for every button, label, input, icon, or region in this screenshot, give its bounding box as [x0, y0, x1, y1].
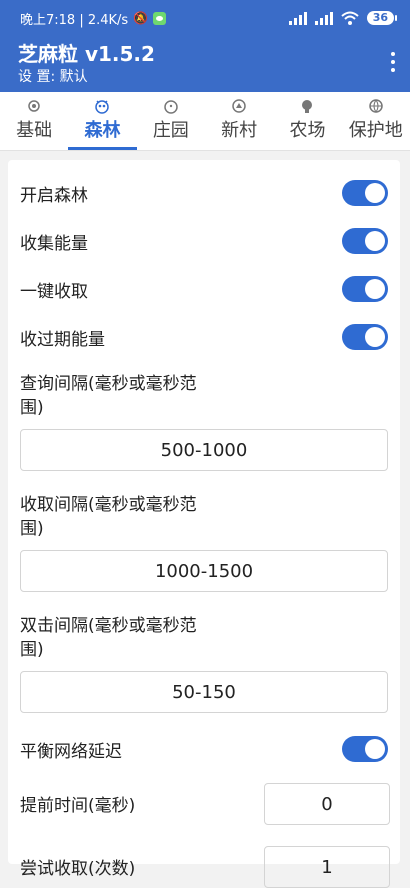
wifi-icon [341, 11, 359, 25]
tab-label: 新村 [221, 120, 258, 141]
chick-icon [162, 98, 180, 114]
status-time: 晚上7:18 | 2.4K/s [20, 12, 129, 28]
one-key-collect-toggle[interactable] [342, 276, 388, 302]
collect-energy-toggle[interactable] [342, 228, 388, 254]
collect-interval-input[interactable]: 1000-1500 [20, 550, 388, 592]
app-subtitle: 设 置: 默认 [18, 69, 88, 85]
wechat-icon [153, 11, 167, 25]
setting-advance-time: 提前时间(毫秒) [20, 791, 135, 816]
tab-label: 保护地 [348, 120, 403, 141]
setting-label: 一键收取 [20, 281, 88, 302]
setting-try-collect-times: 尝试收取(次数) [20, 854, 135, 879]
tab-basic[interactable]: 基础 [0, 92, 68, 150]
setting-label: 开启森林 [20, 185, 88, 206]
setting-collect-expired: 收过期能量 [20, 324, 388, 350]
balance-network-delay-toggle[interactable] [342, 736, 388, 762]
collect-interval-label: 收取间隔(毫秒或毫秒范 围) [20, 495, 197, 539]
tab-protected-area[interactable]: 保护地 [342, 92, 410, 150]
app-header: 晚上7:18 | 2.4K/s 🔕 36 芝麻粒 v1.5.2 设 置: 默认 [0, 0, 410, 92]
tab-manor[interactable]: 庄园 [137, 92, 205, 150]
tab-village[interactable]: 新村 [205, 92, 273, 150]
signal-icon [288, 11, 307, 25]
app-title: 芝麻粒 v1.5.2 [18, 42, 155, 66]
tab-label: 森林 [84, 120, 121, 141]
forest-settings-panel: 开启森林 收集能量 一键收取 收过期能量 查询间隔(毫秒或毫秒范 围) 500-… [8, 160, 400, 888]
open-forest-toggle[interactable] [342, 180, 388, 206]
collect-expired-toggle[interactable] [342, 324, 388, 350]
owl-icon [93, 98, 111, 114]
status-bar: 晚上7:18 | 2.4K/s 🔕 36 [20, 6, 398, 30]
setting-open-forest: 开启森林 [20, 180, 388, 206]
advance-time-input[interactable]: 0 [264, 783, 390, 825]
battery-icon: 36 [366, 11, 398, 25]
tab-forest[interactable]: 森林 [68, 92, 137, 150]
setting-label: 提前时间(毫秒) [20, 796, 136, 816]
mute-bell-icon: 🔕 [133, 11, 149, 25]
setting-collect-energy: 收集能量 [20, 228, 388, 254]
try-collect-times-input[interactable]: 1 [264, 846, 390, 888]
query-interval-input[interactable]: 500-1000 [20, 429, 388, 471]
village-icon [230, 98, 248, 114]
tab-farm[interactable]: 农场 [273, 92, 341, 150]
tab-label: 农场 [289, 120, 326, 141]
globe-icon [367, 98, 385, 114]
setting-label: 收过期能量 [20, 329, 105, 350]
setting-one-key-collect: 一键收取 [20, 276, 388, 302]
farm-icon [298, 98, 316, 114]
query-interval-label: 查询间隔(毫秒或毫秒范 围) [20, 374, 197, 418]
signal-icon-2 [314, 11, 333, 25]
setting-label: 尝试收取(次数) [20, 859, 136, 879]
tab-label: 庄园 [152, 120, 189, 141]
setting-balance-network-delay: 平衡网络延迟 [20, 736, 388, 762]
tab-bar: 基础 森林 庄园 新村 农场 保护地 [0, 92, 410, 151]
more-menu-icon[interactable] [390, 52, 396, 72]
tab-label: 基础 [16, 120, 53, 141]
gear-icon [25, 98, 43, 114]
double-click-interval-label: 双击间隔(毫秒或毫秒范 围) [20, 616, 197, 660]
setting-label: 平衡网络延迟 [20, 741, 122, 762]
setting-label: 收集能量 [20, 233, 88, 254]
double-click-interval-input[interactable]: 50-150 [20, 671, 388, 713]
